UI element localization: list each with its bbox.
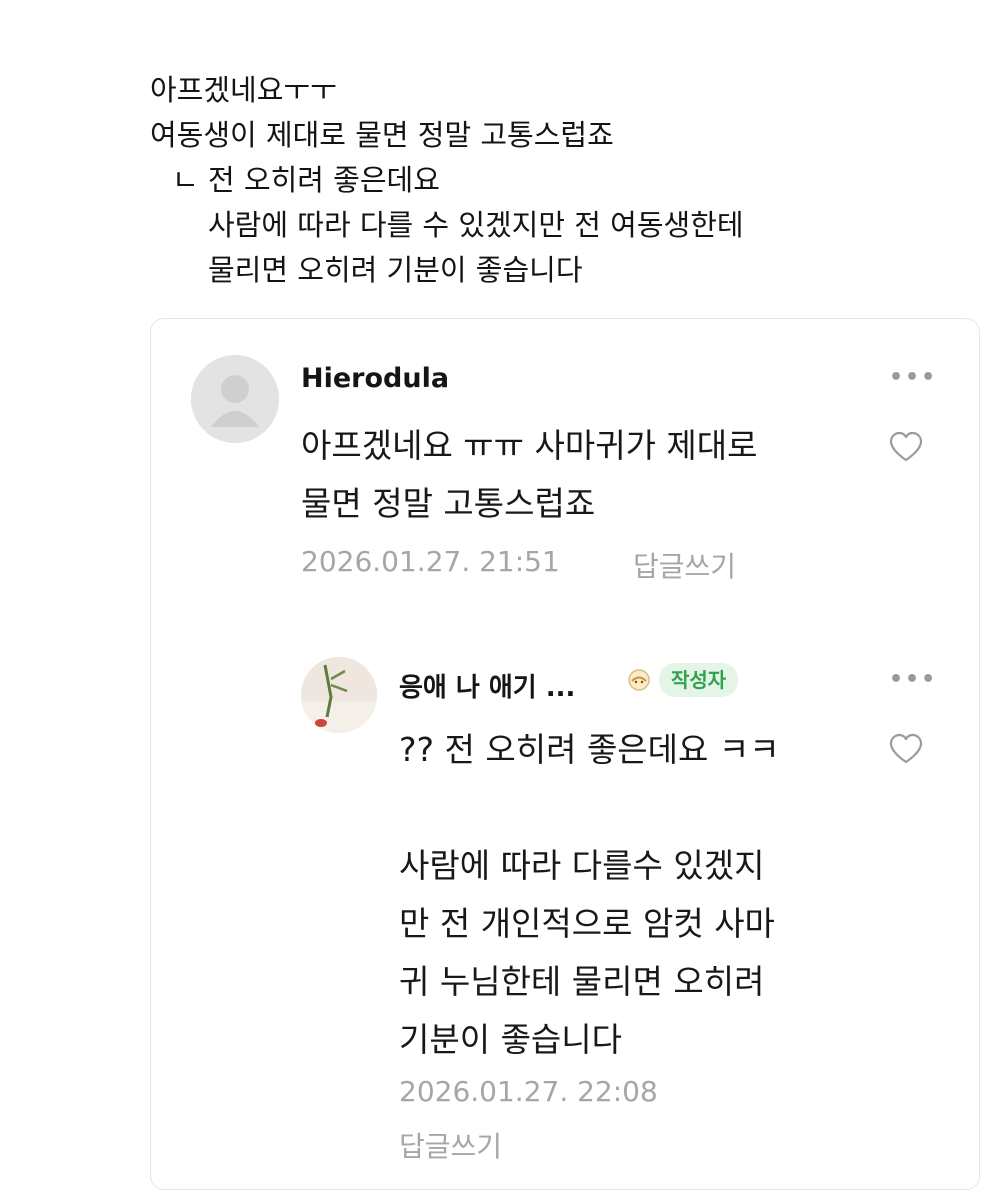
- comment-author[interactable]: 응애 나 애기 ...: [399, 667, 575, 704]
- caption-line-2: 여동생이 제대로 물면 정말 고통스럽죠: [150, 118, 614, 152]
- heart-outline-icon[interactable]: [889, 431, 923, 463]
- comment-text: 아프겠네요 ㅠㅠ 사마귀가 제대로 물면 정말 고통스럽죠: [301, 426, 758, 523]
- comment-text-continued: 사람에 따라 다를수 있겠지 만 전 개인적으로 암컷 사마 귀 누님한테 물리…: [399, 846, 775, 1059]
- comment-date: 2026.01.27. 21:51: [301, 545, 560, 578]
- author-badge-group: 작성자: [627, 663, 739, 697]
- mantis-photo-avatar[interactable]: [301, 657, 377, 733]
- caption-reply: ㄴ 전 오히려 좋은데요: [150, 158, 950, 203]
- writer-badge: 작성자: [659, 663, 739, 697]
- level-emoji-icon: [628, 669, 650, 691]
- comment-text: ?? 전 오히려 좋은데요 ㅋㅋ: [399, 730, 780, 769]
- comment-date: 2026.01.27. 22:08: [399, 1075, 658, 1108]
- caption-line-1: 아프겠네요ㅜㅜ: [150, 73, 337, 107]
- reply-button[interactable]: 답글쓰기: [633, 545, 736, 585]
- comment-author[interactable]: Hierodula: [301, 363, 449, 394]
- caption-reply-line-1: 전 오히려 좋은데요: [208, 163, 440, 197]
- more-options-icon[interactable]: •••: [889, 365, 937, 390]
- heart-outline-icon[interactable]: [889, 733, 923, 765]
- comment-screenshot-card: Hierodula ••• 아프겠네요 ㅠㅠ 사마귀가 제대로 물면 정말 고통…: [150, 318, 980, 1190]
- caption-reply-mark: ㄴ: [172, 163, 199, 197]
- more-options-icon[interactable]: •••: [889, 667, 937, 692]
- default-user-icon[interactable]: [191, 355, 279, 443]
- caption-reply-line-2: 사람에 따라 다를 수 있겠지만 전 여동생한테: [208, 208, 744, 242]
- reply-button[interactable]: 답글쓰기: [399, 1125, 502, 1165]
- post-caption: 아프겠네요ㅜㅜ 여동생이 제대로 물면 정말 고통스럽죠 ㄴ 전 오히려 좋은데…: [150, 68, 950, 293]
- caption-reply-line-3: 물리면 오히려 기분이 좋습니다: [208, 253, 583, 287]
